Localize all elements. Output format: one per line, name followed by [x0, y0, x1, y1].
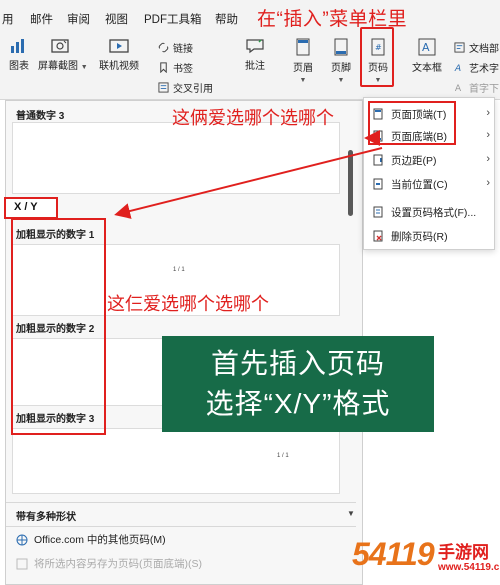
header-label: 页眉 ▼ — [293, 63, 313, 84]
menu-review[interactable]: 审阅 — [67, 11, 90, 27]
chevron-right-icon: › — [486, 153, 490, 165]
gallery-multi-shape-title: 带有多种形状 — [16, 512, 76, 523]
divider — [6, 502, 356, 503]
more-office-page-numbers-link[interactable]: Office.com 中的其他页码(M) — [16, 532, 166, 547]
menu-item-label: 删除页码(R) — [391, 230, 448, 243]
gallery-bold-3-preview[interactable]: 1 / 1 — [12, 428, 340, 494]
annotation-pick-any-three: 这仨爱选哪个选哪个 — [107, 294, 269, 314]
page-number-sample: 1 / 1 — [277, 453, 289, 459]
dropcap-icon: A — [455, 83, 462, 93]
menu-item-current-position[interactable]: 当前位置(C) › — [372, 174, 490, 194]
gallery-xy-section-title: X / Y — [14, 201, 38, 213]
footer-button[interactable]: 页脚 ▼ — [328, 36, 354, 85]
menu-item-remove-page-numbers[interactable]: 删除页码(R) — [372, 226, 490, 246]
save-gallery-icon — [16, 558, 28, 569]
menu-item-label: 页边距(P) — [391, 154, 437, 167]
divider — [6, 526, 356, 527]
header-button[interactable]: 页眉 ▼ — [290, 36, 316, 85]
screenshot-icon — [51, 39, 69, 53]
menu-help[interactable]: 帮助 — [215, 11, 238, 27]
remove-page-number-icon — [373, 230, 383, 242]
wordart-label: 艺术字 — [469, 64, 499, 75]
screenshot-button[interactable]: 屏幕截图 ▼ — [38, 36, 88, 72]
menu-pdf-tools[interactable]: PDF工具箱 — [144, 11, 202, 27]
chart-icon — [11, 39, 24, 53]
current-position-icon — [373, 178, 383, 190]
save-selection-label: 将所选内容另存为页码(页面底端)(S) — [34, 558, 202, 570]
watermark-logo: 54119 — [352, 536, 435, 572]
menu-item-label: 设置页码格式(F)... — [391, 206, 477, 219]
ribbon: 图表 屏幕截图 ▼ 联机视频 链接 书签 交叉引用 批注 页眉 ▼ 页脚 ▼ # 页… — [0, 36, 500, 100]
watermark-title: 手游网 — [438, 543, 489, 562]
textbox-icon: A — [418, 38, 436, 56]
link-icon — [158, 42, 169, 53]
bookmark-icon — [160, 62, 167, 73]
textbox-label: 文本框 — [412, 63, 442, 74]
online-video-label: 联机视频 — [99, 61, 139, 72]
cross-reference-icon — [158, 82, 169, 93]
bookmark-button[interactable]: 书签 — [158, 60, 193, 75]
callout-line-1: 首先插入页码 — [210, 348, 385, 379]
watermark-url: www.54119.cn — [438, 562, 500, 573]
comment-icon — [246, 39, 264, 54]
page-number-sample: 1 / 1 — [173, 267, 185, 273]
bookmark-label: 书签 — [173, 64, 193, 75]
cross-reference-label: 交叉引用 — [173, 84, 213, 95]
chart-button[interactable]: 图表 — [6, 36, 32, 72]
wordart-icon: A — [454, 63, 461, 73]
page-margin-icon — [373, 154, 383, 166]
comment-button[interactable]: 批注 — [240, 36, 270, 72]
cross-reference-button[interactable]: 交叉引用 — [158, 80, 213, 95]
annotation-pick-either-two: 这俩爱选哪个选哪个 — [172, 108, 334, 128]
svg-text:A: A — [422, 41, 430, 54]
format-page-number-icon — [373, 206, 383, 218]
chevron-right-icon: › — [486, 129, 490, 141]
chart-label: 图表 — [9, 61, 29, 72]
gallery-plain-number-3-preview[interactable] — [12, 122, 340, 194]
menu-partial[interactable]: 用 — [2, 11, 14, 27]
top-bottom-highlight — [368, 101, 456, 145]
link-button[interactable]: 链接 — [158, 40, 193, 55]
link-label: 链接 — [173, 44, 193, 55]
office-globe-icon — [16, 534, 28, 545]
doc-parts-button[interactable]: 文档部 — [454, 40, 499, 55]
wordart-button[interactable]: A 艺术字 — [454, 60, 499, 75]
callout-instruction: 首先插入页码 选择“X/Y”格式 — [162, 336, 434, 432]
menu-bar: 用 邮件 审阅 视图 PDF工具箱 帮助 在“插入”菜单栏里 — [0, 0, 500, 36]
header-icon — [296, 38, 310, 56]
doc-parts-icon — [454, 42, 465, 53]
svg-text:A: A — [454, 63, 461, 73]
textbox-button[interactable]: A 文本框 — [412, 36, 442, 74]
chevron-down-icon: ▼ — [299, 77, 307, 84]
site-watermark: 54119 手游网 www.54119.cn — [352, 532, 500, 584]
svg-text:A: A — [455, 83, 462, 93]
gallery-plain-number-3-title: 普通数字 3 — [16, 111, 65, 122]
video-icon — [109, 39, 129, 53]
save-selection-link[interactable]: 将所选内容另存为页码(页面底端)(S) — [16, 556, 202, 571]
page-number-highlight — [360, 27, 394, 87]
footer-label: 页脚 ▼ — [331, 63, 351, 84]
menu-mail[interactable]: 邮件 — [30, 11, 53, 27]
doc-parts-label: 文档部 — [469, 44, 499, 55]
menu-view[interactable]: 视图 — [105, 11, 128, 27]
gallery-scrollbar-thumb[interactable] — [348, 150, 353, 216]
more-office-label: Office.com 中的其他页码(M) — [34, 534, 166, 546]
footer-icon — [334, 38, 348, 56]
dropcap-label: 首字下 — [469, 84, 499, 95]
menu-item-format-page-numbers[interactable]: 设置页码格式(F)... — [372, 202, 490, 222]
bold-options-highlight — [11, 218, 106, 435]
scroll-down-icon[interactable]: ▼ — [347, 509, 355, 518]
chevron-right-icon: › — [486, 107, 490, 119]
menu-item-label: 当前位置(C) — [391, 178, 448, 191]
comment-label: 批注 — [245, 61, 265, 72]
chevron-right-icon: › — [486, 177, 490, 189]
online-video-button[interactable]: 联机视频 — [96, 36, 142, 72]
callout-line-2: 选择“X/Y”格式 — [205, 388, 391, 419]
screenshot-label: 屏幕截图 ▼ — [38, 61, 88, 72]
chevron-down-icon: ▼ — [337, 77, 345, 84]
dropcap-button[interactable]: A 首字下 — [454, 80, 499, 95]
chevron-down-icon: ▼ — [80, 64, 88, 71]
menu-item-page-margins[interactable]: 页边距(P) › — [372, 150, 490, 170]
